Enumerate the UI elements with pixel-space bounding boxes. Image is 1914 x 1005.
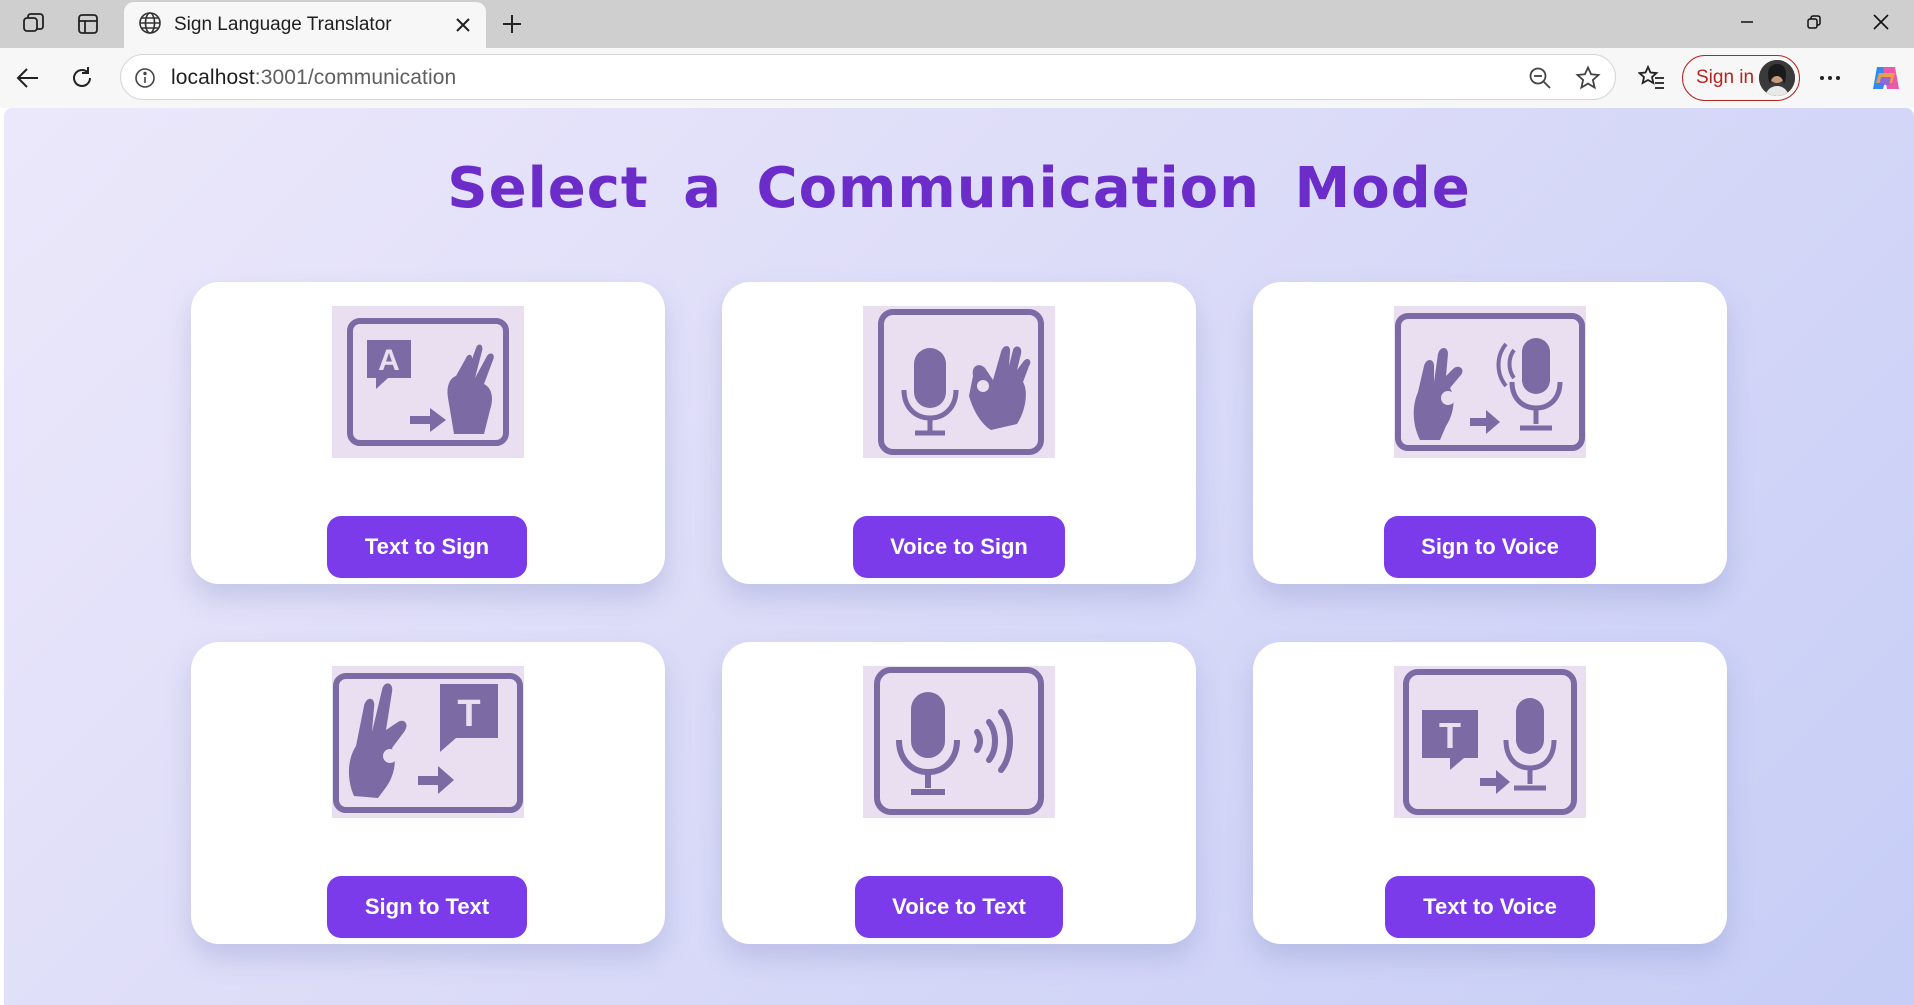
favorite-star-icon[interactable] — [1575, 65, 1601, 96]
sign-to-text-button[interactable]: Sign to Text — [327, 876, 527, 938]
voice-to-text-button[interactable]: Voice to Text — [855, 876, 1063, 938]
tab-title: Sign Language Translator — [174, 14, 392, 35]
mode-card-text-to-voice: T Text to Voice — [1253, 642, 1727, 944]
site-info-icon[interactable] — [133, 66, 157, 95]
new-tab-icon[interactable] — [494, 6, 530, 42]
url-host: localhost — [171, 66, 255, 89]
reload-icon[interactable] — [62, 58, 102, 98]
sign-to-text-icon: T — [332, 666, 524, 818]
text-to-sign-icon: A — [332, 306, 524, 458]
sign-in-label: Sign in — [1696, 67, 1755, 88]
close-window-icon[interactable] — [1848, 0, 1914, 44]
sign-to-voice-icon — [1394, 306, 1586, 458]
page-title: Select a Communication Mode — [447, 156, 1471, 221]
favorites-icon[interactable] — [1632, 58, 1672, 98]
copilot-icon[interactable] — [1866, 58, 1906, 98]
minimize-icon[interactable] — [1714, 0, 1780, 44]
back-arrow-icon[interactable] — [8, 58, 48, 98]
close-tab-icon[interactable] — [450, 12, 476, 38]
voice-to-text-icon — [863, 666, 1055, 818]
url-text[interactable]: localhost:3001/communication — [171, 66, 456, 90]
voice-to-sign-button[interactable]: Voice to Sign — [853, 516, 1065, 578]
mode-card-sign-to-text: T Sign to Text — [191, 642, 665, 944]
more-options-icon[interactable] — [1810, 58, 1850, 98]
globe-icon — [138, 11, 162, 40]
sign-to-voice-button[interactable]: Sign to Voice — [1384, 516, 1596, 578]
text-to-sign-button[interactable]: Text to Sign — [327, 516, 527, 578]
svg-text:T: T — [1439, 715, 1461, 756]
voice-to-sign-icon — [863, 306, 1055, 458]
address-bar[interactable]: localhost:3001/communication — [120, 54, 1616, 100]
svg-text:A: A — [378, 344, 400, 377]
mode-card-text-to-sign: A Text to Sign — [191, 282, 665, 584]
text-to-voice-icon: T — [1394, 666, 1586, 818]
svg-text:T: T — [457, 693, 480, 735]
browser-toolbar: localhost:3001/communication Sign in — [0, 48, 1914, 108]
mode-card-sign-to-voice: Sign to Voice — [1253, 282, 1727, 584]
page-content: Select a Communication Mode A Text to Si… — [4, 108, 1914, 1005]
zoom-out-icon[interactable] — [1527, 65, 1553, 96]
avatar — [1759, 60, 1795, 96]
vertical-tabs-icon[interactable] — [70, 8, 106, 40]
mode-card-voice-to-sign: Voice to Sign — [722, 282, 1196, 584]
browser-tab-strip: Sign Language Translator — [0, 0, 1914, 48]
tab-sign-language-translator[interactable]: Sign Language Translator — [124, 2, 486, 48]
workspaces-icon[interactable] — [16, 8, 52, 40]
sign-in-button[interactable]: Sign in — [1682, 55, 1800, 101]
mode-card-voice-to-text: Voice to Text — [722, 642, 1196, 944]
text-to-voice-button[interactable]: Text to Voice — [1385, 876, 1595, 938]
url-path: :3001/communication — [254, 66, 457, 89]
restore-icon[interactable] — [1781, 0, 1847, 44]
